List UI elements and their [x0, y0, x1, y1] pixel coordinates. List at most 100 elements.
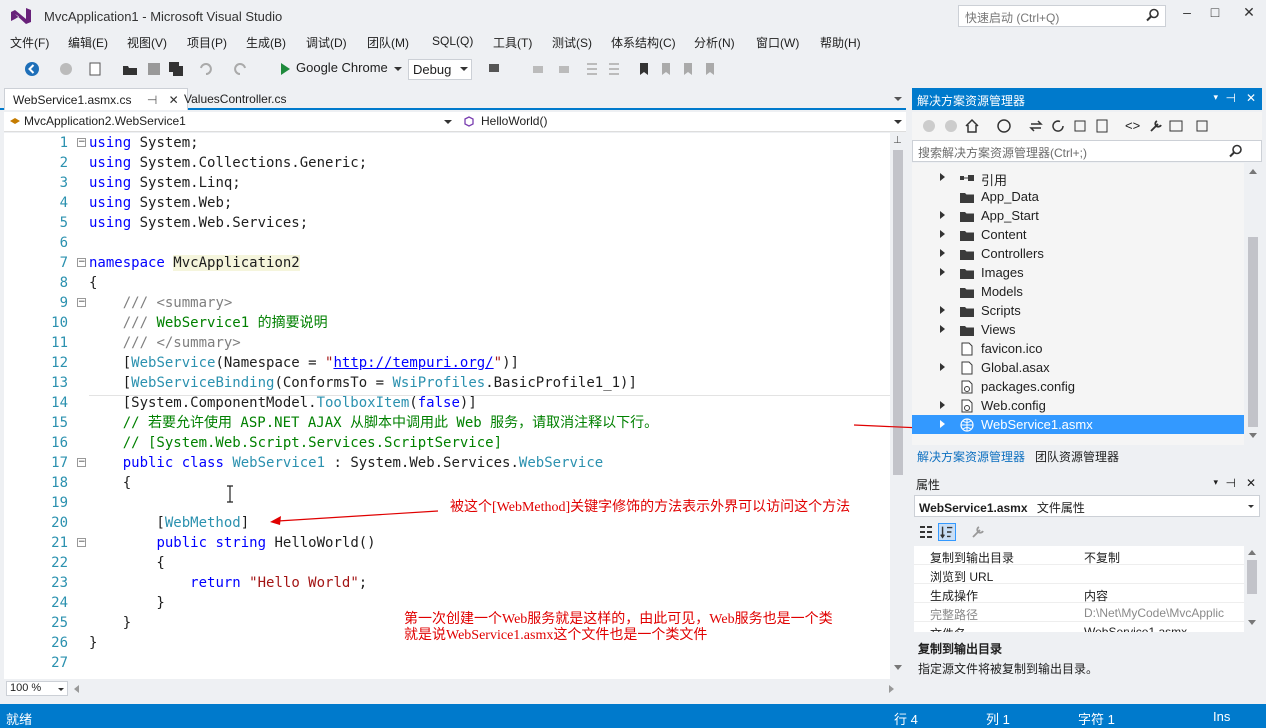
menu-item-10[interactable]: 体系结构(C) [611, 34, 676, 51]
expand-arrow-icon[interactable] [940, 306, 945, 314]
scrollbar-thumb[interactable] [1248, 237, 1258, 427]
categorized-icon[interactable] [918, 524, 934, 540]
properties-object-selector[interactable]: WebService1.asmx 文件属性 [914, 495, 1260, 517]
code-line[interactable]: 18 { [4, 473, 890, 493]
expand-arrow-icon[interactable] [940, 211, 945, 219]
property-row[interactable]: 复制到输出目录 不复制 [914, 546, 1244, 565]
quick-launch-input[interactable]: 快速启动 (Ctrl+Q) [958, 5, 1166, 27]
show-all-files-icon[interactable] [1094, 118, 1110, 134]
menu-item-12[interactable]: 窗口(W) [756, 34, 799, 51]
home-icon[interactable] [964, 118, 980, 134]
tree-item[interactable]: Content [912, 225, 1244, 244]
open-file-icon[interactable] [122, 61, 138, 77]
expand-arrow-icon[interactable] [940, 230, 945, 238]
split-icon[interactable]: ⊥ [893, 135, 902, 146]
code-line[interactable]: 15 // 若要允许使用 ASP.NET AJAX 从脚本中调用此 Web 服务… [4, 413, 890, 433]
code-line[interactable]: 4 using System.Web; [4, 193, 890, 213]
configuration-dropdown[interactable]: Debug [408, 59, 472, 80]
back-icon[interactable] [922, 119, 936, 133]
pin-icon[interactable]: ⊣ [147, 93, 157, 107]
menu-item-1[interactable]: 编辑(E) [68, 34, 108, 51]
code-line[interactable]: 17− public class WebService1 : System.We… [4, 453, 890, 473]
maximize-button[interactable]: □ [1202, 4, 1228, 24]
solution-explorer-search-input[interactable]: 搜索解决方案资源管理器(Ctrl+;) [912, 140, 1262, 162]
scroll-up-icon[interactable] [1249, 169, 1257, 174]
collapse-outline-icon[interactable]: − [77, 538, 86, 547]
property-row[interactable]: 浏览到 URL [914, 565, 1244, 584]
property-value[interactable]: D:\Net\MyCode\MvcApplic [1084, 606, 1224, 620]
expand-arrow-icon[interactable] [940, 420, 945, 428]
tree-item[interactable]: favicon.ico [912, 339, 1244, 358]
window-position-icon[interactable]: ▾ [1213, 92, 1218, 103]
code-editor[interactable]: 1− using System; 2 using System.Collections… [4, 133, 890, 679]
property-value[interactable]: 不复制 [1084, 549, 1120, 566]
tree-item[interactable]: Views [912, 320, 1244, 339]
collapse-outline-icon[interactable]: − [77, 458, 86, 467]
view-code-icon[interactable]: <> [1125, 118, 1140, 133]
scroll-down-icon[interactable] [1248, 620, 1256, 625]
menu-item-7[interactable]: SQL(Q) [432, 34, 473, 48]
minimize-button[interactable]: – [1174, 4, 1200, 24]
pin-icon[interactable]: ⊣ [1226, 476, 1236, 490]
scroll-up-icon[interactable] [1248, 550, 1256, 555]
properties-scrollbar[interactable] [1244, 546, 1260, 632]
code-line[interactable]: 7− namespace MvcApplication2 [4, 253, 890, 273]
tree-item[interactable]: App_Start [912, 206, 1244, 225]
history-icon[interactable] [996, 118, 1012, 134]
collapse-outline-icon[interactable]: − [77, 138, 86, 147]
code-line[interactable]: 1− using System; [4, 133, 890, 153]
menu-item-4[interactable]: 生成(B) [246, 34, 286, 51]
prev-bookmark-icon[interactable] [658, 61, 674, 77]
code-line[interactable]: 12 [WebService(Namespace = "http://tempu… [4, 353, 890, 373]
member-dropdown[interactable]: HelloWorld() [459, 113, 906, 130]
scrollbar-thumb[interactable] [1247, 560, 1257, 594]
properties-icon[interactable] [1148, 118, 1164, 134]
tree-item[interactable]: Models [912, 282, 1244, 301]
expand-arrow-icon[interactable] [940, 268, 945, 276]
tab-valuescontroller-cs[interactable]: ValuesController.cs [176, 88, 295, 110]
close-panel-icon[interactable]: ✕ [1246, 91, 1256, 105]
tree-item[interactable]: WebService1.asmx [912, 415, 1244, 434]
editor-horizontal-scrollbar[interactable] [74, 684, 894, 694]
code-line[interactable]: 16 // [System.Web.Script.Services.Script… [4, 433, 890, 453]
forward-icon[interactable] [944, 119, 958, 133]
expand-arrow-icon[interactable] [940, 401, 945, 409]
tab-overflow-icon[interactable] [894, 97, 902, 101]
save-icon[interactable] [146, 61, 162, 77]
menu-item-9[interactable]: 测试(S) [552, 34, 592, 51]
refresh-icon[interactable] [1050, 118, 1066, 134]
scroll-left-icon[interactable] [74, 685, 79, 693]
code-line[interactable]: 9− /// <summary> [4, 293, 890, 313]
expand-arrow-icon[interactable] [940, 173, 945, 181]
menu-item-6[interactable]: 团队(M) [367, 34, 409, 51]
save-all-icon[interactable] [168, 61, 184, 77]
code-line[interactable]: 6 [4, 233, 890, 253]
menu-item-5[interactable]: 调试(D) [306, 34, 347, 51]
window-position-icon[interactable]: ▾ [1213, 477, 1218, 488]
tree-item[interactable]: Global.asax [912, 358, 1244, 377]
undo-icon[interactable] [198, 61, 214, 77]
code-line[interactable]: 8{ [4, 273, 890, 293]
collapse-all-icon[interactable] [1072, 118, 1088, 134]
bookmark-icon[interactable] [636, 61, 652, 77]
close-panel-icon[interactable]: ✕ [1246, 476, 1256, 490]
property-value[interactable]: WebService1.asmx [1084, 625, 1187, 632]
type-dropdown[interactable]: MvcApplication2.WebService1 [6, 113, 456, 130]
code-line[interactable]: 20 [WebMethod] [4, 513, 890, 533]
redo-icon[interactable] [232, 61, 248, 77]
code-line[interactable]: 27 [4, 653, 890, 673]
sync-icon[interactable] [1028, 118, 1044, 134]
uncomment-icon[interactable] [556, 61, 572, 77]
code-line[interactable]: 13 [WebServiceBinding(ConformsTo = WsiPr… [4, 373, 890, 393]
scroll-right-icon[interactable] [889, 685, 894, 693]
code-line[interactable]: 14 [System.ComponentModel.ToolboxItem(fa… [4, 393, 890, 413]
tab-webservice1-asmx-cs[interactable]: WebService1.asmx.cs ⊣ ✕ [4, 88, 188, 110]
menu-item-8[interactable]: 工具(T) [493, 34, 532, 51]
alphabetical-icon[interactable] [938, 523, 956, 541]
close-button[interactable]: ✕ [1236, 4, 1262, 24]
expand-arrow-icon[interactable] [940, 249, 945, 257]
tree-item[interactable]: App_Data [912, 187, 1244, 206]
code-line[interactable]: 5 using System.Web.Services; [4, 213, 890, 233]
tab-solution-explorer[interactable]: 解决方案资源管理器 [917, 448, 1025, 465]
scroll-down-icon[interactable] [894, 665, 902, 670]
